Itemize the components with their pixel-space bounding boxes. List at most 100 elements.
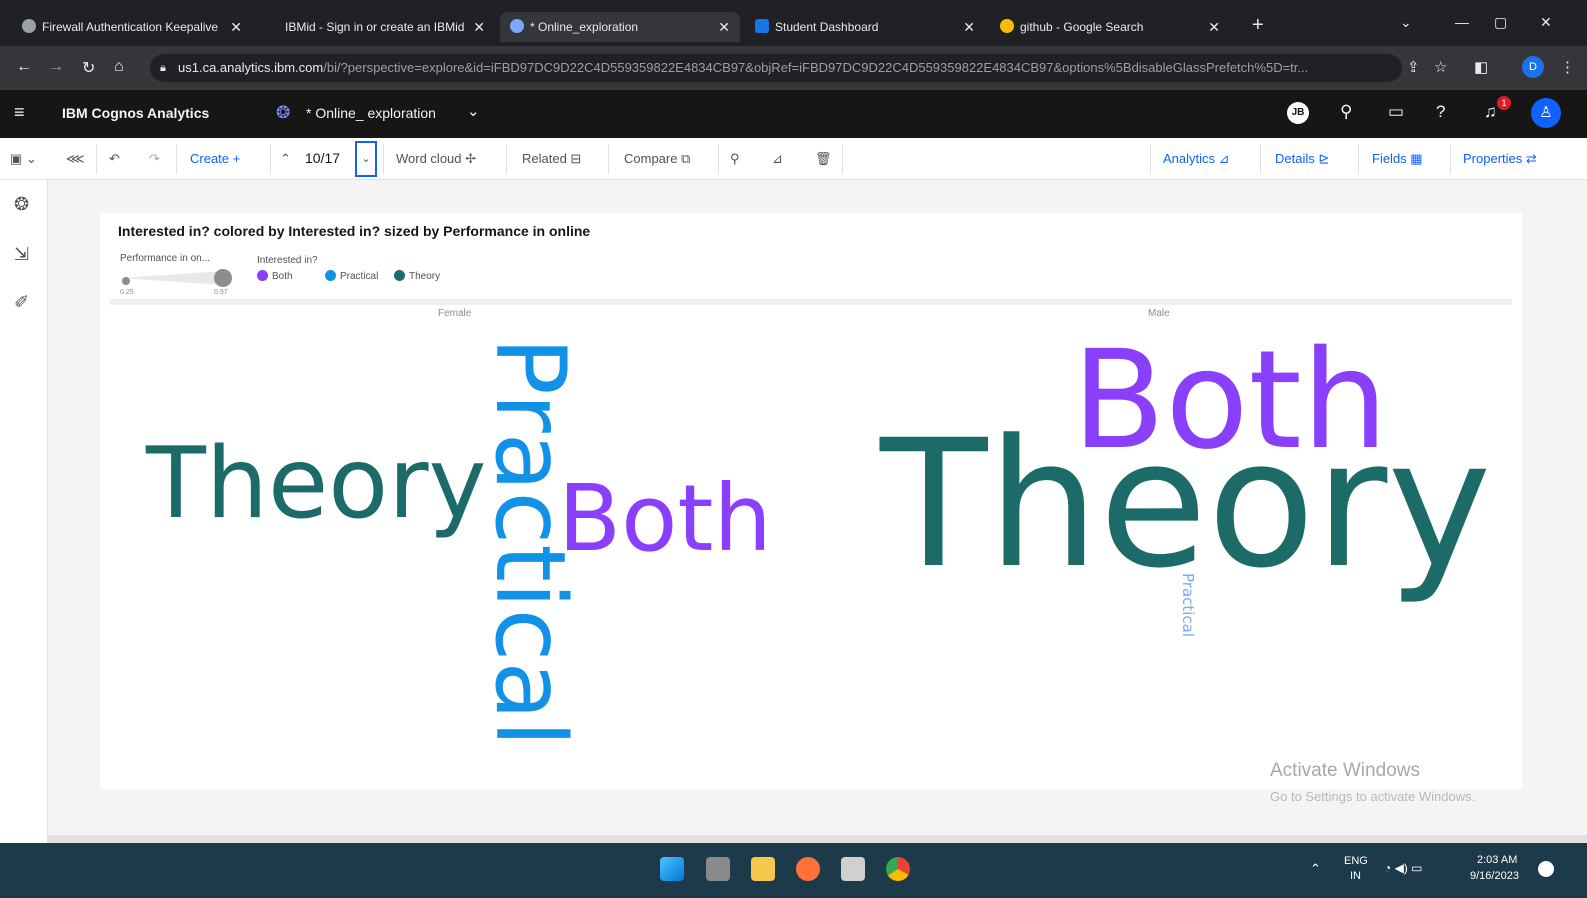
tab-close-icon[interactable]: ✕ — [1208, 12, 1220, 42]
firefox-icon[interactable] — [796, 857, 820, 881]
save-icon[interactable]: ▣ ⌄ — [10, 138, 37, 179]
chart-icon[interactable]: ⊿ — [772, 138, 783, 179]
exploration-title[interactable]: * Online_ exploration — [306, 105, 436, 121]
create-button[interactable]: Create + — [190, 138, 240, 179]
share-icon[interactable]: ⋘ — [66, 138, 85, 179]
toolbar-divider — [1450, 144, 1451, 174]
home-icon[interactable]: ⌂ — [114, 58, 124, 76]
user-account-icon[interactable]: ♙ — [1531, 98, 1561, 128]
browser-profile-avatar[interactable]: D — [1522, 56, 1544, 78]
size-legend-ramp — [122, 271, 224, 285]
windows-start-icon[interactable] — [660, 857, 684, 881]
tab-close-icon[interactable]: ✕ — [963, 12, 975, 42]
toolbar-divider — [718, 144, 719, 174]
properties-label: Properties — [1463, 151, 1523, 166]
language-indicator[interactable]: ENG — [1344, 855, 1368, 867]
tab-close-icon[interactable]: ✕ — [230, 12, 242, 42]
tray-overflow-chevron-icon[interactable]: ⌃ — [1310, 861, 1321, 877]
visualization-title: Interested in? colored by Interested in?… — [118, 223, 591, 239]
minimize-icon[interactable]: — — [1455, 14, 1469, 30]
notifications-icon[interactable]: ♫ — [1484, 102, 1497, 122]
size-legend-min-label: 0.25 — [120, 289, 134, 296]
horizontal-scrollbar[interactable] — [48, 835, 1587, 843]
undo-icon[interactable]: ↶ — [109, 138, 120, 179]
delete-icon[interactable]: 🗑︎ — [815, 138, 832, 179]
new-tab-button[interactable]: + — [1252, 14, 1264, 37]
help-icon[interactable]: ? — [1436, 102, 1445, 122]
exploration-toolbar: ▣ ⌄ ⋘ ↶ ↷ Create + ⌃ 10/17 ⌄ Word cloud … — [0, 138, 1587, 180]
tab-search-icon[interactable]: ⌄ — [1400, 14, 1412, 31]
legend-item-practical[interactable]: Practical — [325, 270, 378, 282]
url-path: /bi/?perspective=explore&id=iFBD97DC9D22… — [323, 60, 1309, 75]
hamburger-menu-icon[interactable]: ≡ — [14, 102, 25, 123]
redo-icon[interactable]: ↷ — [149, 138, 160, 179]
word-theory-female[interactable]: Theory — [146, 435, 487, 533]
card-dropdown-chevron-icon[interactable]: ⌄ — [355, 141, 377, 177]
tab-favicon-icon — [22, 19, 36, 33]
task-view-icon[interactable] — [706, 857, 730, 881]
chevron-down-icon[interactable]: ⌄ — [467, 102, 480, 120]
browser-tab[interactable]: IBMid - Sign in or create an IBMid ✕ — [275, 12, 495, 42]
related-label: Related — [522, 151, 567, 166]
share-icon[interactable]: ⇪ — [1407, 58, 1420, 76]
url-field[interactable]: 🔒︎ us1.ca.analytics.ibm.com/bi/?perspecti… — [150, 54, 1402, 82]
browser-tab[interactable]: Student Dashboard ✕ — [745, 12, 985, 42]
chat-icon[interactable]: ▭ — [1388, 102, 1404, 122]
browser-tab[interactable]: Firewall Authentication Keepalive ✕ — [12, 12, 252, 42]
legend-item-theory[interactable]: Theory — [394, 270, 440, 282]
legend-swatch — [257, 270, 268, 281]
browser-tab-active[interactable]: * Online_exploration ✕ — [500, 12, 740, 42]
browser-tab-bar: Firewall Authentication Keepalive ✕ IBMi… — [0, 0, 1587, 46]
back-icon[interactable]: ← — [16, 58, 32, 76]
toolbar-divider — [842, 144, 843, 174]
visualization-type-button[interactable]: Word cloud ✢ — [396, 138, 476, 179]
chrome-icon[interactable] — [886, 857, 910, 881]
compare-label: Compare — [624, 151, 678, 166]
toolbar-divider — [506, 144, 507, 174]
clock-time[interactable]: 2:03 AM — [1477, 854, 1517, 866]
reload-icon[interactable]: ↻ — [82, 58, 95, 78]
bookmark-star-icon[interactable]: ☆ — [1434, 58, 1447, 76]
tab-close-icon[interactable]: ✕ — [718, 12, 730, 42]
search-icon[interactable]: ⚲ — [1340, 102, 1352, 122]
close-window-icon[interactable]: ✕ — [1540, 14, 1552, 31]
user-badge[interactable]: JB — [1287, 102, 1309, 124]
notification-center-icon[interactable] — [1538, 861, 1554, 877]
toolbar-divider — [383, 144, 384, 174]
properties-button[interactable]: Properties ⇄ — [1463, 138, 1537, 179]
details-button[interactable]: Details ⊵ — [1275, 138, 1329, 179]
legend-item-both[interactable]: Both — [257, 270, 293, 282]
forward-icon[interactable]: → — [48, 58, 64, 76]
pin-icon[interactable]: ✐ — [14, 292, 29, 313]
file-explorer-icon[interactable] — [751, 857, 775, 881]
legend-label: Both — [272, 271, 293, 282]
fields-button[interactable]: Fields ▦ — [1372, 138, 1423, 179]
browser-menu-icon[interactable]: ⋮ — [1560, 58, 1575, 76]
toolbar-divider — [270, 144, 271, 174]
browser-tab[interactable]: github - Google Search ✕ — [990, 12, 1230, 42]
tab-close-icon[interactable]: ✕ — [473, 12, 485, 42]
word-both-female[interactable]: Both — [558, 473, 772, 565]
restore-icon[interactable]: ▢ — [1494, 14, 1507, 31]
exploration-icon[interactable]: ❂ — [14, 194, 29, 215]
app-header: ≡ IBM Cognos Analytics ❂ * Online_ explo… — [0, 90, 1587, 138]
compare-button[interactable]: Compare ⧉ — [624, 138, 690, 179]
tab-favicon-icon — [755, 19, 769, 33]
activate-windows-watermark: Activate Windows — [1270, 760, 1420, 781]
media-player-icon[interactable] — [841, 857, 865, 881]
pin-icon[interactable]: ⚲ — [730, 138, 740, 179]
previous-card-icon[interactable]: ⌃ — [280, 138, 291, 179]
region-indicator: IN — [1350, 870, 1361, 882]
size-legend-min-marker — [122, 277, 130, 285]
toolbar-divider — [608, 144, 609, 174]
relationship-diagram-icon[interactable]: ⇲ — [14, 244, 29, 265]
analytics-label: Analytics — [1163, 151, 1216, 166]
related-button[interactable]: Related ⊟ — [522, 138, 581, 179]
analytics-button[interactable]: Analytics ⊿ — [1163, 138, 1230, 179]
word-theory-male[interactable]: Theory — [880, 417, 1492, 593]
word-practical-male[interactable]: Practical — [1179, 573, 1197, 637]
network-volume-battery-icon[interactable]: ◔ ◀) ▭ — [1384, 861, 1422, 875]
side-panel-icon[interactable]: ◧ — [1474, 58, 1488, 76]
activate-windows-subtext: Go to Settings to activate Windows. — [1270, 789, 1476, 804]
app-brand[interactable]: IBM Cognos Analytics — [62, 105, 209, 121]
